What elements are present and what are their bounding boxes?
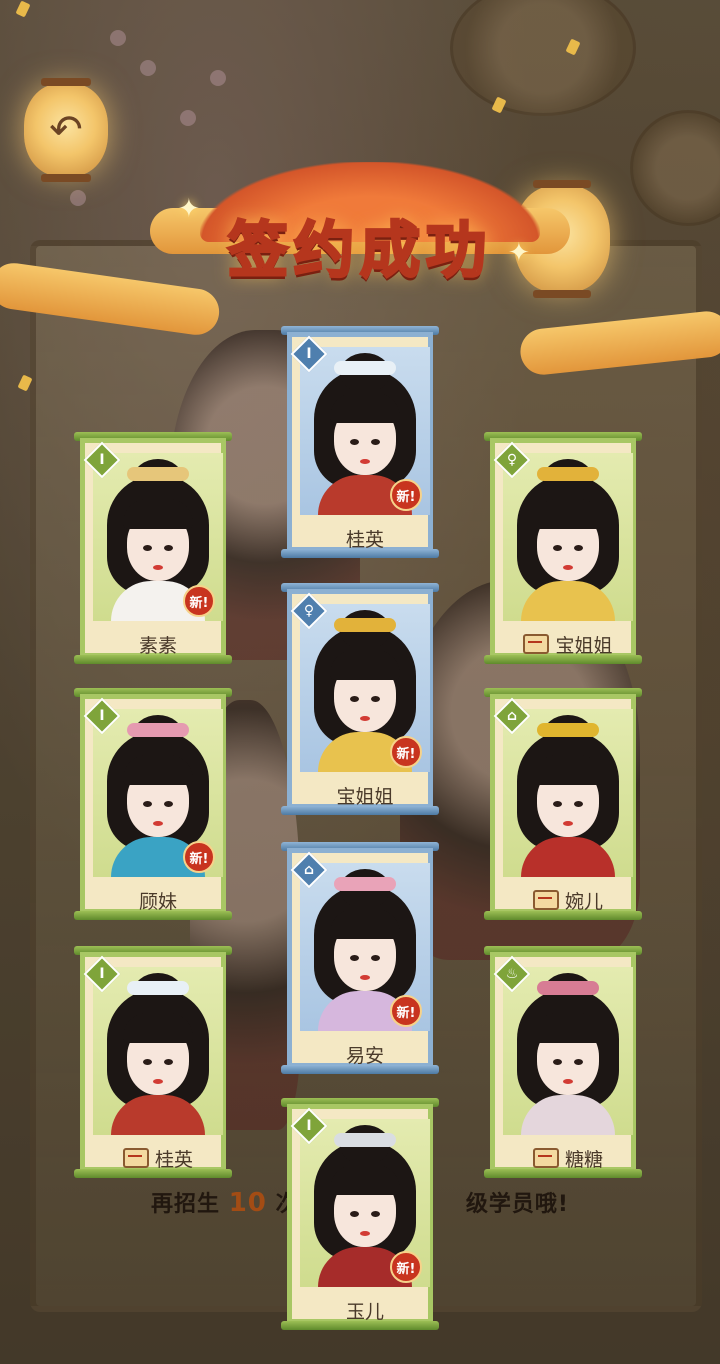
new-badge: 新! — [390, 1251, 422, 1283]
hair-ornament — [334, 1133, 396, 1147]
back-arrow-icon: ↶ — [49, 107, 83, 153]
scroll-icon — [523, 634, 550, 654]
rank-icon: Ⅰ — [99, 452, 105, 468]
hair-ornament — [334, 618, 396, 632]
hair-ornament — [537, 723, 599, 737]
character-card[interactable]: ♨ 糖糖 — [484, 946, 642, 1178]
scroll-rod — [74, 1169, 232, 1178]
page-title: 签约成功 — [227, 215, 492, 288]
rank-icon: Ⅰ — [306, 1118, 312, 1134]
rank-icon: ♨ — [505, 966, 519, 982]
card-paper: Ⅰ 新! 桂英 — [287, 332, 433, 552]
character-name: 婉儿 — [564, 890, 603, 913]
scroll-rod — [281, 1065, 439, 1074]
scroll-icon — [122, 1148, 149, 1168]
rank-icon: Ⅰ — [99, 966, 105, 982]
character-card[interactable]: Ⅰ 新! 顾妹 — [74, 688, 232, 920]
sparkle-icon: ✦ — [178, 194, 200, 224]
character-name: 宝姐姐 — [555, 634, 613, 657]
rank-icon: ⌂ — [303, 862, 315, 878]
character-card[interactable]: Ⅰ 新! 桂英 — [281, 326, 439, 558]
character-portrait — [93, 967, 223, 1135]
card-paper: Ⅰ 新! 玉儿 — [287, 1104, 433, 1324]
sparkle-icon: ✦ — [508, 238, 530, 268]
hair-ornament — [334, 877, 396, 891]
rank-icon: Ⅰ — [99, 708, 105, 724]
new-badge: 新! — [390, 736, 422, 768]
scroll-rod — [484, 911, 642, 920]
character-name: 素素 — [138, 634, 177, 657]
character-name: 宝姐姐 — [336, 785, 394, 808]
new-badge: 新! — [390, 995, 422, 1027]
scroll-rod — [281, 1321, 439, 1330]
scroll-rod — [281, 549, 439, 558]
scroll-icon — [532, 1148, 559, 1168]
success-banner: 签约成功 ✦ ✦ — [0, 150, 720, 377]
new-badge: 新! — [390, 479, 422, 511]
card-paper: ♨ 糖糖 — [490, 952, 636, 1172]
hair-ornament — [537, 981, 599, 995]
new-badge: 新! — [183, 585, 215, 617]
character-card[interactable]: Ⅰ 新! 素素 — [74, 432, 232, 664]
character-portrait — [503, 967, 633, 1135]
rank-icon: ⌂ — [506, 708, 518, 724]
card-paper: ⌂ 新! 易安 — [287, 848, 433, 1068]
character-name: 桂英 — [345, 528, 384, 551]
character-card[interactable]: Ⅰ 新! 玉儿 — [281, 1098, 439, 1330]
scroll-rod — [484, 1169, 642, 1178]
card-paper: ♀ 新! 宝姐姐 — [287, 589, 433, 809]
character-name: 玉儿 — [345, 1300, 384, 1323]
character-card[interactable]: ⌂ 婉儿 — [484, 688, 642, 920]
character-portrait — [503, 709, 633, 877]
hair-ornament — [537, 467, 599, 481]
hair-ornament — [127, 981, 189, 995]
character-card[interactable]: Ⅰ 桂英 — [74, 946, 232, 1178]
character-name: 桂英 — [154, 1148, 193, 1171]
character-card[interactable]: ♀ 宝姐姐 — [484, 432, 642, 664]
scroll-rod — [281, 806, 439, 815]
character-card[interactable]: ♀ 新! 宝姐姐 — [281, 583, 439, 815]
card-paper: Ⅰ 新! 顾妹 — [80, 694, 226, 914]
hair-ornament — [334, 361, 396, 375]
scroll-rod — [484, 655, 642, 664]
character-name: 糖糖 — [564, 1148, 603, 1171]
scroll-rod — [74, 655, 232, 664]
character-portrait — [503, 453, 633, 621]
rank-icon: Ⅰ — [306, 346, 312, 362]
card-paper: Ⅰ 桂英 — [80, 952, 226, 1172]
character-card[interactable]: ⌂ 新! 易安 — [281, 842, 439, 1074]
card-paper: ⌂ 婉儿 — [490, 694, 636, 914]
character-name: 易安 — [345, 1044, 384, 1067]
character-name: 顾妹 — [138, 890, 177, 913]
card-paper: ♀ 宝姐姐 — [490, 438, 636, 658]
card-paper: Ⅰ 新! 素素 — [80, 438, 226, 658]
new-badge: 新! — [183, 841, 215, 873]
rank-icon: ♀ — [506, 452, 518, 468]
rank-icon: ♀ — [303, 603, 315, 619]
scroll-icon — [532, 890, 559, 910]
hair-ornament — [127, 723, 189, 737]
scroll-rod — [74, 911, 232, 920]
hair-ornament — [127, 467, 189, 481]
